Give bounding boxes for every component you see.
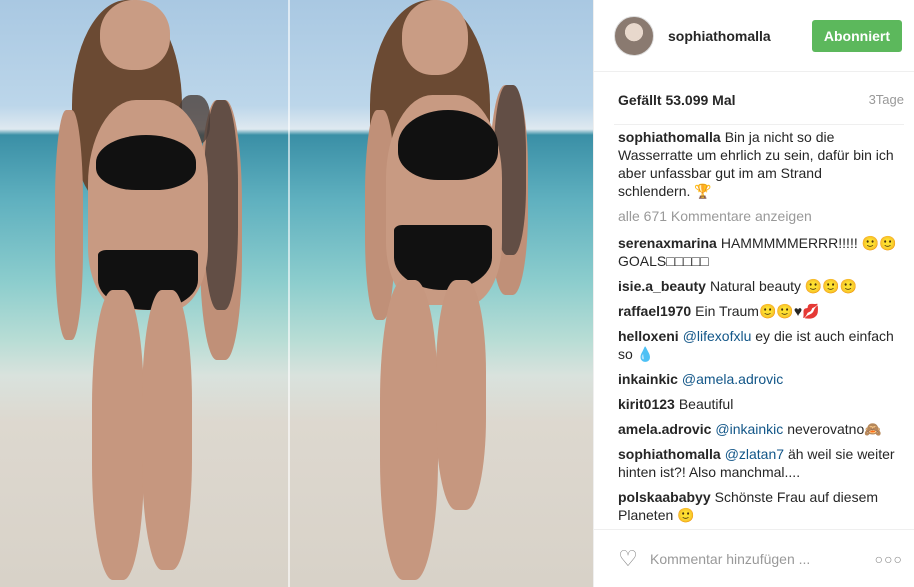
comment-user[interactable]: sophiathomalla: [618, 129, 721, 145]
follow-button[interactable]: Abonniert: [811, 19, 902, 52]
comment-item: polskaababyy Schönste Frau auf diesem Pla…: [618, 488, 898, 524]
post-side-panel: sophiathomalla Abonniert Gefällt 53.099 …: [593, 0, 914, 587]
avatar[interactable]: [614, 15, 654, 56]
comment-user[interactable]: inkainkic: [618, 371, 678, 387]
comment-item: helloxeni @lifexofxlu ey die ist auch ein…: [618, 327, 898, 363]
divider: [614, 124, 904, 125]
post-header: sophiathomalla Abonniert: [594, 0, 914, 72]
comment-list: sophiathomalla Bin ja nicht so die Wasser…: [618, 128, 898, 531]
comment-user[interactable]: amela.adrovic: [618, 421, 711, 437]
comment-item: serenaxmarina HAMMMMMERRR!!!!! 🙂🙂GOALS□□□…: [618, 234, 898, 270]
comment-user[interactable]: polskaababyy: [618, 489, 711, 505]
post-photo[interactable]: [0, 0, 593, 587]
comment-mention[interactable]: @inkainkic: [715, 421, 783, 437]
add-comment-input[interactable]: [650, 550, 875, 567]
figure-right: [290, 0, 593, 587]
likes-row: Gefällt 53.099 Mal 3Tage: [594, 72, 914, 108]
comment-user[interactable]: raffael1970: [618, 303, 691, 319]
post-username[interactable]: sophiathomalla: [668, 28, 812, 44]
post-time[interactable]: 3Tage: [869, 92, 904, 108]
comment-footer: ♡ ○○○: [594, 529, 914, 587]
comment-text: neverovatno🙈: [787, 421, 882, 437]
comment-text: Natural beauty 🙂🙂🙂: [709, 278, 858, 294]
caption: sophiathomalla Bin ja nicht so die Wasser…: [618, 128, 898, 200]
comment-user[interactable]: helloxeni: [618, 328, 679, 344]
comment-user[interactable]: kirit0123: [618, 396, 675, 412]
comment-mention[interactable]: @amela.adrovic: [682, 371, 783, 387]
comment-user[interactable]: sophiathomalla: [618, 446, 721, 462]
comment-item: isie.a_beauty Natural beauty 🙂🙂🙂: [618, 277, 898, 295]
heart-outline-icon[interactable]: ♡: [616, 546, 640, 571]
more-options-icon[interactable]: ○○○: [875, 551, 903, 567]
comment-item: raffael1970 Ein Traum🙂🙂♥💋: [618, 302, 898, 320]
comment-user[interactable]: isie.a_beauty: [618, 278, 706, 294]
comment-item: inkainkic @amela.adrovic: [618, 370, 898, 388]
comment-item: amela.adrovic @inkainkic neverovatno🙈: [618, 420, 898, 438]
comment-mention[interactable]: @lifexofxlu: [683, 328, 752, 344]
likes-count[interactable]: Gefällt 53.099 Mal: [618, 92, 736, 108]
comment-item: sophiathomalla @zlatan7 äh weil sie weite…: [618, 445, 898, 481]
comment-text: Ein Traum🙂🙂♥💋: [695, 303, 820, 319]
comment-text: Beautiful: [678, 396, 734, 412]
load-more-comments[interactable]: alle 671 Kommentare anzeigen: [618, 207, 898, 225]
figure-left: [0, 0, 288, 587]
comment-user[interactable]: serenaxmarina: [618, 235, 717, 251]
comment-item: kirit0123 Beautiful: [618, 395, 898, 413]
comment-mention[interactable]: @zlatan7: [725, 446, 784, 462]
